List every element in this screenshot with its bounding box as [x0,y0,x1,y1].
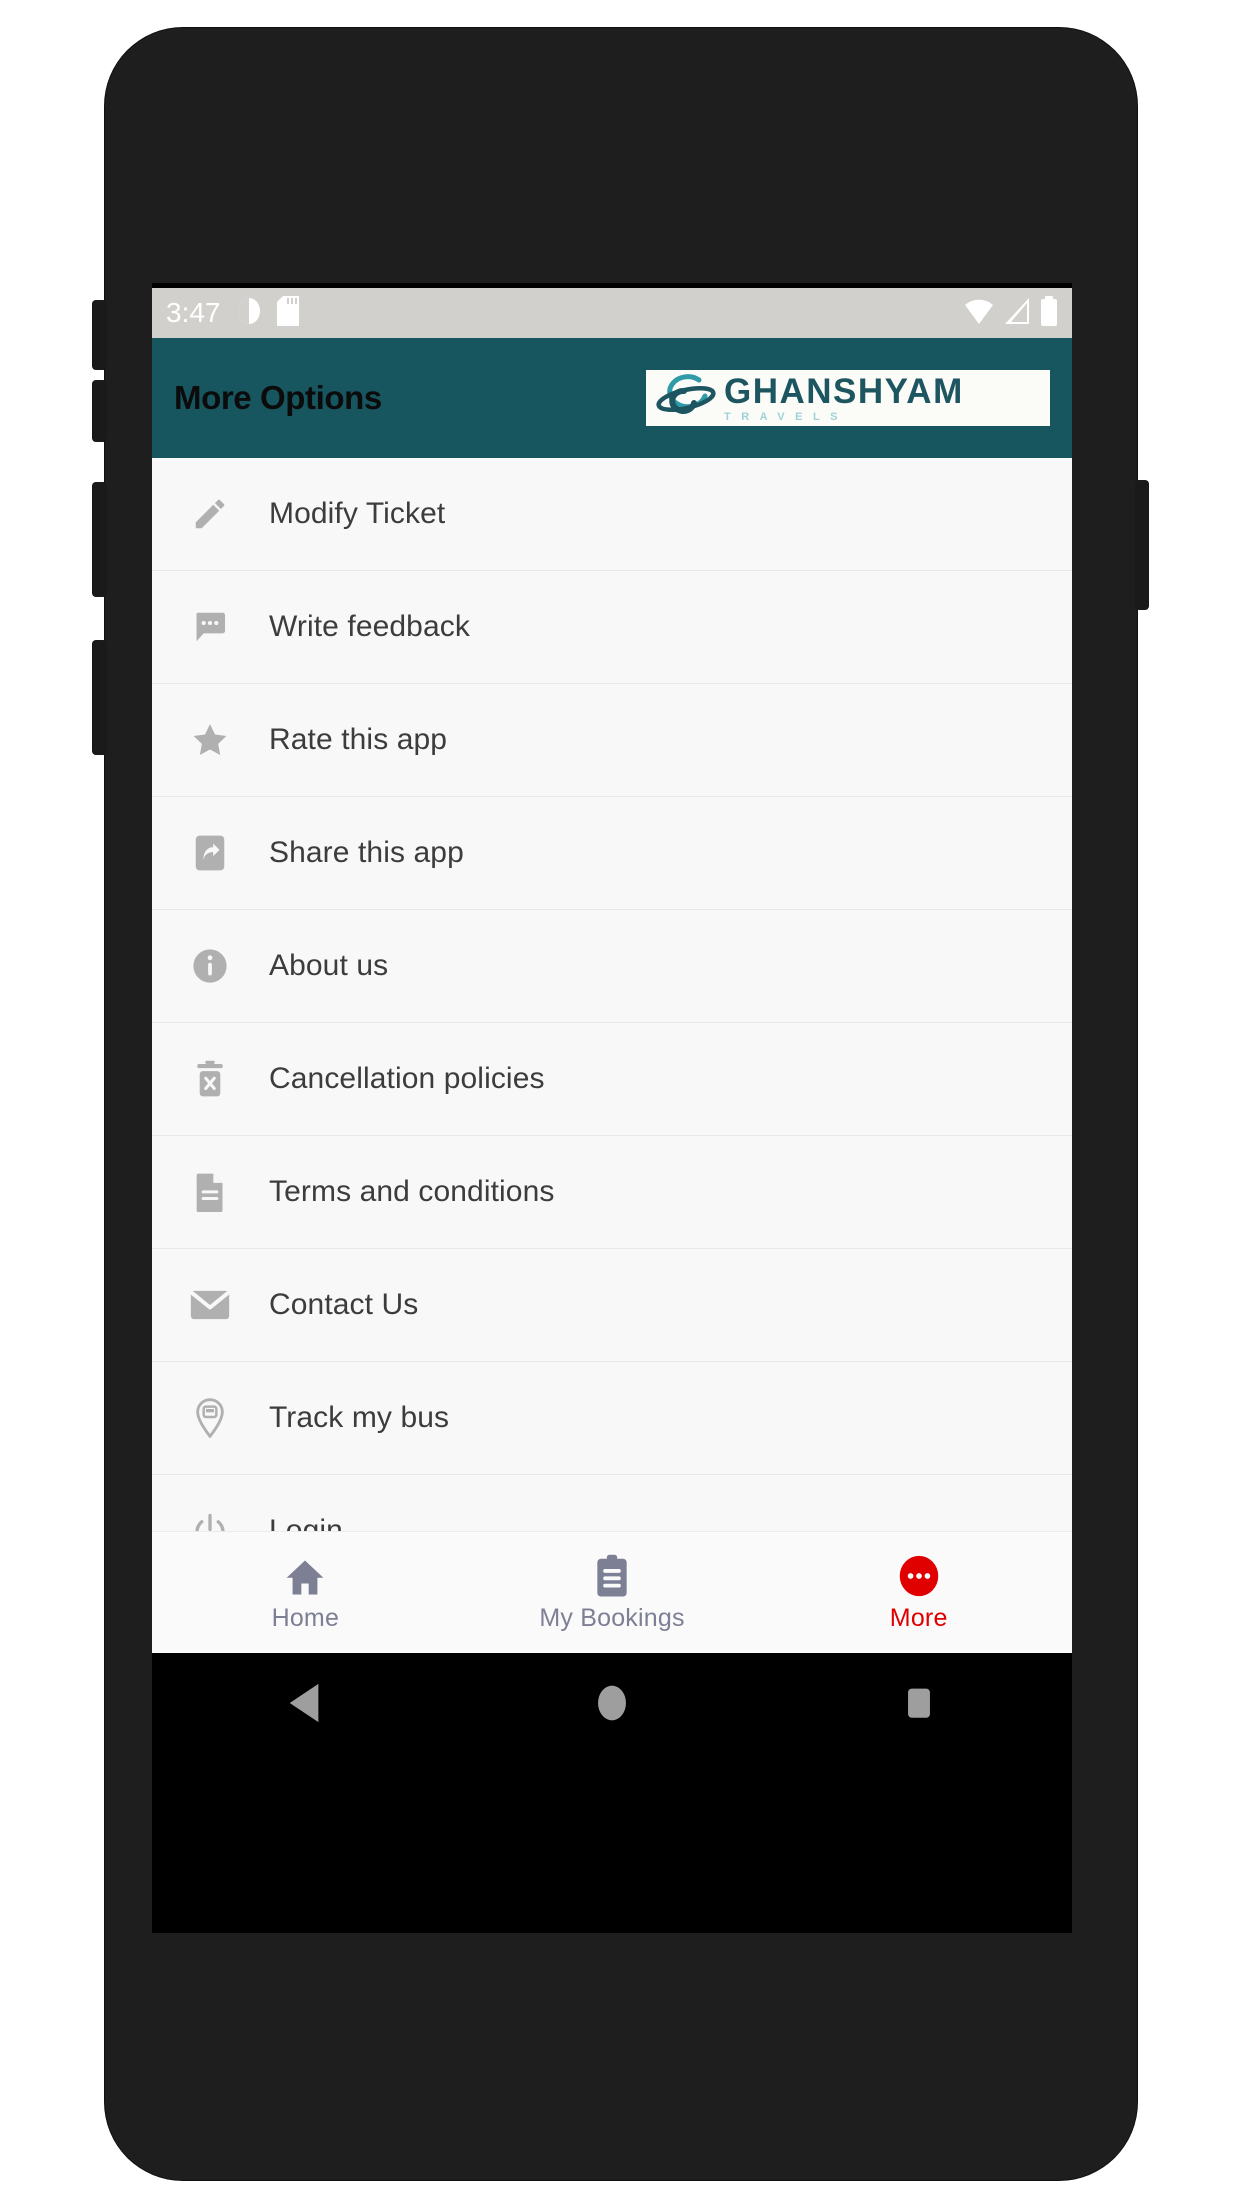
android-navigation-bar [152,1653,1072,1753]
phone-button-volume-down[interactable] [93,380,107,442]
envelope-icon [189,1284,231,1326]
signal-icon [1003,297,1031,330]
brand-logo-text: GHANSHYAM TRAVELS [724,374,964,423]
brand-logo: GHANSHYAM TRAVELS [646,370,1050,426]
nav-tab-more[interactable]: More [765,1554,1072,1633]
device-screen: 3:47 More Options GHANSHYAM TRAVELS Modi… [152,283,1072,1933]
list-item-terms-and-conditions[interactable]: Terms and conditions [152,1136,1072,1249]
power-icon [189,1510,231,1531]
sd-card-icon [276,295,299,331]
list-item-label: Terms and conditions [269,1175,555,1208]
screenshot-scene: 3:47 More Options GHANSHYAM TRAVELS Modi… [0,0,1242,2208]
more-dots-icon [897,1554,941,1598]
list-item-label: Contact Us [269,1288,419,1321]
list-item-login[interactable]: Login [152,1475,1072,1531]
chat-bubble-icon [189,606,231,648]
phone-button-side-lower[interactable] [93,640,107,755]
nav-tab-my-bookings[interactable]: My Bookings [459,1554,766,1633]
status-bar-right [964,295,1058,331]
back-icon[interactable] [152,1680,459,1726]
nav-tab-label: More [889,1603,948,1632]
list-item-track-my-bus[interactable]: Track my bus [152,1362,1072,1475]
phone-button-side-upper[interactable] [93,482,107,597]
status-bar-left: 3:47 [166,295,299,331]
star-icon [189,719,231,761]
list-item-contact-us[interactable]: Contact Us [152,1249,1072,1362]
map-pin-bus-icon [189,1397,231,1439]
nav-tab-label: My Bookings [539,1603,685,1632]
list-item-cancellation-policies[interactable]: Cancellation policies [152,1023,1072,1136]
more-options-list: Modify Ticket Write feedback Rate this a… [152,458,1072,1531]
clipboard-icon [594,1554,630,1598]
nav-tab-home[interactable]: Home [152,1554,459,1633]
list-item-label: Modify Ticket [269,497,446,530]
battery-icon [1040,295,1058,331]
list-item-about-us[interactable]: About us [152,910,1072,1023]
recents-square-icon[interactable] [765,1682,1072,1724]
list-item-label: Share this app [269,836,464,869]
globe-swoosh-icon [656,373,718,424]
list-item-label: About us [269,949,389,982]
list-item-label: Rate this app [269,723,448,756]
list-item-label: Write feedback [269,610,470,643]
list-item-write-feedback[interactable]: Write feedback [152,571,1072,684]
document-icon [189,1171,231,1213]
wifi-icon [964,297,994,330]
list-item-label: Cancellation policies [269,1062,545,1095]
trash-x-icon [189,1058,231,1100]
list-item-label: Login [269,1514,343,1531]
list-item-modify-ticket[interactable]: Modify Ticket [152,458,1072,571]
status-clock: 3:47 [166,297,221,328]
list-item-rate-this-app[interactable]: Rate this app [152,684,1072,797]
list-item-label: Track my bus [269,1401,450,1434]
home-icon [283,1554,327,1598]
pencil-icon [189,493,231,535]
home-circle-icon[interactable] [459,1682,766,1724]
phone-button-volume-up[interactable] [93,300,107,370]
phone-button-power[interactable] [1135,480,1149,610]
alarm-icon [236,296,262,331]
brand-name: GHANSHYAM [724,371,964,411]
info-circle-icon [189,945,231,987]
nav-tab-label: Home [271,1603,340,1632]
app-bar: More Options GHANSHYAM TRAVELS [152,338,1072,458]
list-item-share-this-app[interactable]: Share this app [152,797,1072,910]
page-title: More Options [174,379,382,416]
brand-tagline: TRAVELS [724,410,849,423]
phone-share-icon [189,832,231,874]
status-bar: 3:47 [152,288,1072,338]
bottom-navigation: Home My Bookings More [152,1531,1072,1654]
